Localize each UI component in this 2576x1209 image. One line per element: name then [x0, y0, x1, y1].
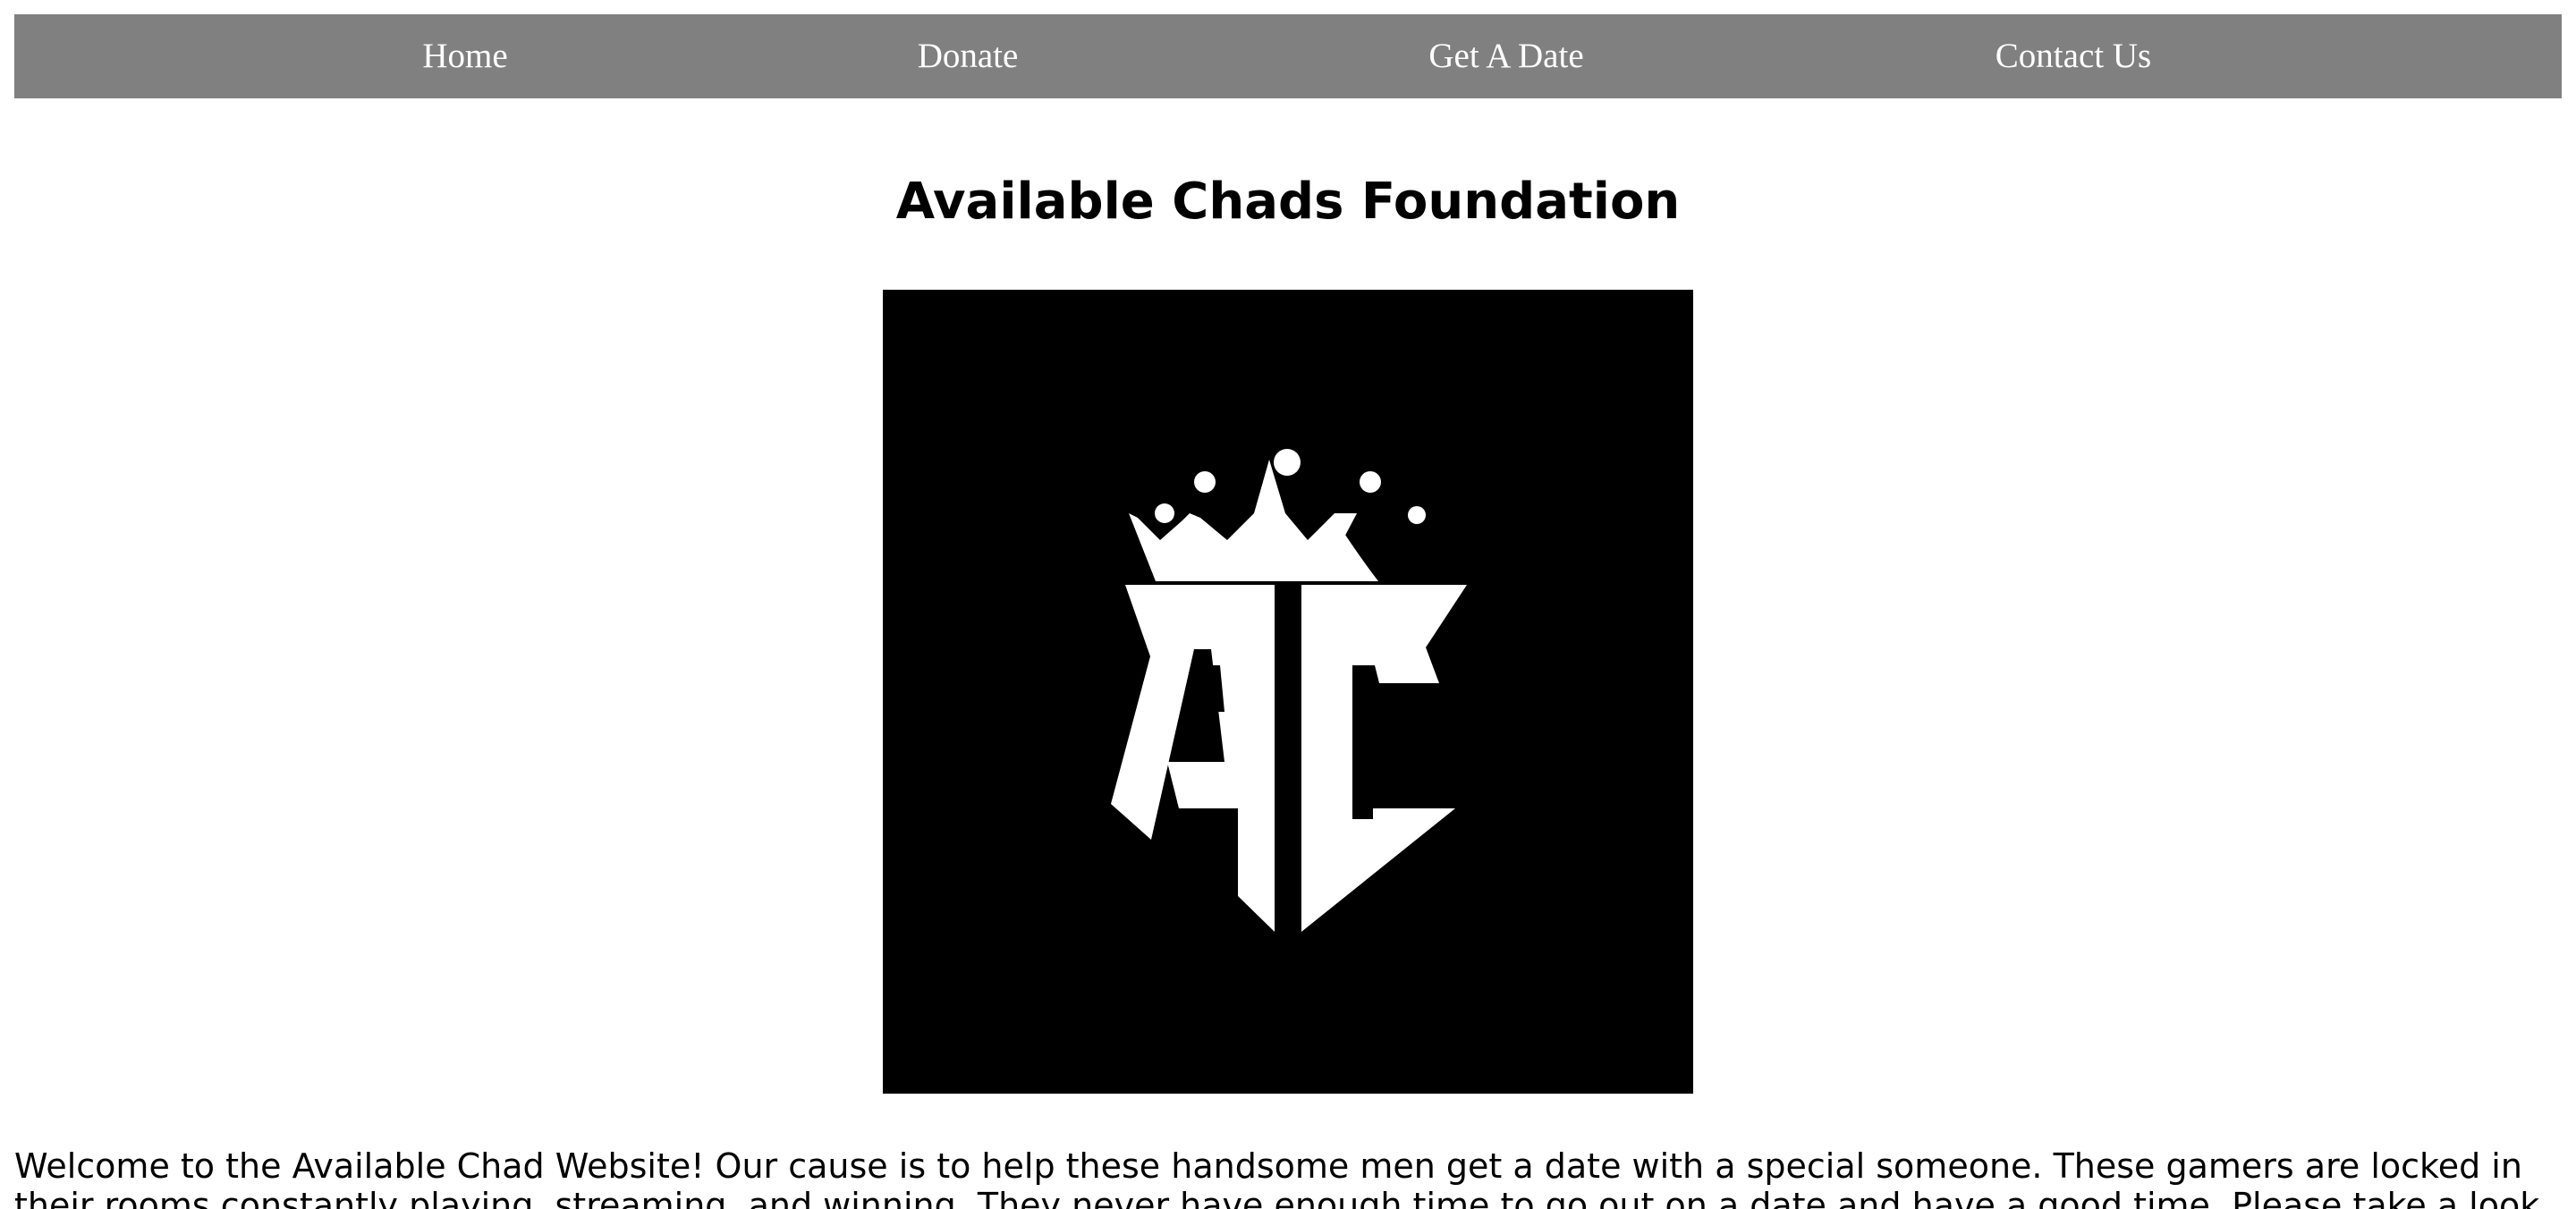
crown-ac-logo-icon: [883, 290, 1693, 1094]
page: Home Donate Get A Date Contact Us Availa…: [0, 0, 2576, 1209]
top-navigation-bar: Home Donate Get A Date Contact Us: [14, 14, 2562, 98]
nav-link-home[interactable]: Home: [422, 14, 507, 98]
nav-link-donate[interactable]: Donate: [918, 14, 1019, 98]
intro-paragraph: Welcome to the Available Chad Website! O…: [14, 1146, 2540, 1209]
page-title: Available Chads Foundation: [895, 173, 1681, 231]
nav-link-get-a-date[interactable]: Get A Date: [1428, 14, 1583, 98]
nav-link-contact-us[interactable]: Contact Us: [1996, 14, 2151, 98]
crown-ac-logo-image: [883, 290, 1693, 1094]
